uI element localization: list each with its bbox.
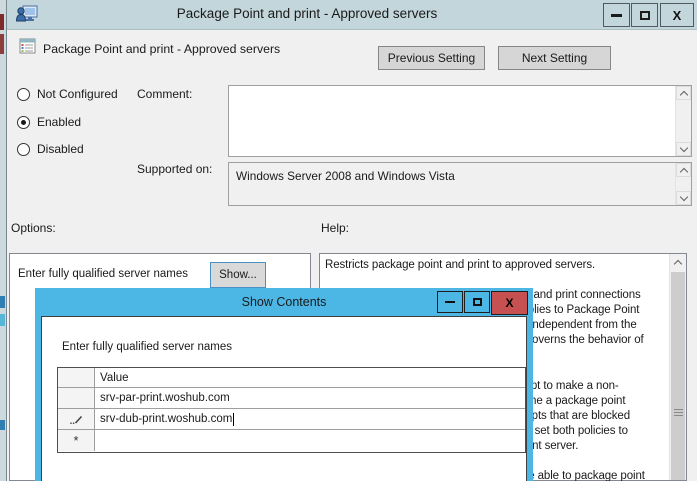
show-contents-dialog: Show Contents X Enter fully qualified se… <box>35 288 533 481</box>
scrollbar-grip-icon <box>674 412 683 413</box>
minimize-icon <box>611 14 622 17</box>
radio-enabled[interactable]: Enabled <box>17 115 81 129</box>
supported-on-scrollbar[interactable] <box>675 163 691 205</box>
background-window-fragment <box>0 296 5 308</box>
comment-label: Comment: <box>137 87 192 101</box>
scroll-up-button[interactable] <box>676 86 691 100</box>
show-contents-content: Enter fully qualified server names Value… <box>41 316 527 481</box>
radio-circle[interactable] <box>17 143 30 156</box>
new-row-asterisk-icon: * <box>73 433 78 448</box>
minimize-button[interactable] <box>437 291 463 313</box>
next-setting-button[interactable]: Next Setting <box>498 46 611 70</box>
previous-setting-button[interactable]: Previous Setting <box>378 46 485 70</box>
minimize-icon <box>445 301 455 303</box>
text-caret <box>233 413 234 426</box>
window-title: Package Point and print - Approved serve… <box>107 6 507 21</box>
scroll-down-button[interactable] <box>676 142 691 156</box>
scroll-down-button[interactable] <box>676 191 691 205</box>
value-grid: Value srv-par-print.woshub.com <box>57 367 526 453</box>
row-selector-header[interactable] <box>58 368 95 387</box>
value-cell[interactable]: srv-par-print.woshub.com <box>95 388 525 408</box>
grid-row-new: * <box>58 430 525 451</box>
close-button[interactable]: X <box>660 3 694 27</box>
policy-setting-icon <box>19 37 37 60</box>
pencil-icon <box>69 414 83 425</box>
chevron-down-icon <box>679 193 687 201</box>
close-icon: X <box>673 8 682 23</box>
maximize-button[interactable] <box>631 3 658 27</box>
show-button[interactable]: Show... <box>210 262 266 288</box>
close-icon: X <box>505 296 513 310</box>
row-selector[interactable] <box>58 388 95 408</box>
radio-circle-selected[interactable] <box>17 116 30 129</box>
value-column-header[interactable]: Value <box>95 368 525 387</box>
row-selector-new[interactable]: * <box>58 430 95 451</box>
radio-disabled[interactable]: Disabled <box>17 142 84 156</box>
maximize-button[interactable] <box>464 291 490 313</box>
group-policy-app-icon <box>16 5 38 29</box>
server-names-label: Enter fully qualified server names <box>62 341 232 353</box>
comment-scrollbar[interactable] <box>675 86 691 156</box>
value-text: srv-dub-print.woshub.com <box>100 413 232 425</box>
radio-label: Not Configured <box>37 87 118 101</box>
help-scrollbar[interactable] <box>669 254 686 480</box>
row-selector[interactable] <box>58 409 95 429</box>
supported-on-value: Windows Server 2008 and Windows Vista <box>236 169 455 183</box>
background-window-fragment <box>0 420 5 430</box>
supported-on-box[interactable]: Windows Server 2008 and Windows Vista <box>228 162 692 206</box>
options-label: Options: <box>11 221 56 235</box>
value-cell[interactable] <box>95 430 525 451</box>
help-label: Help: <box>321 221 349 235</box>
chevron-up-icon <box>679 90 687 98</box>
supported-on-label: Supported on: <box>137 162 212 176</box>
scroll-up-button[interactable] <box>676 163 691 177</box>
radio-label: Enabled <box>37 115 81 129</box>
scrollbar-thumb[interactable] <box>671 272 685 480</box>
background-window-fragment <box>0 314 5 326</box>
maximize-icon <box>640 11 650 20</box>
server-names-label: Enter fully qualified server names <box>18 268 188 280</box>
grid-header-row: Value <box>58 368 525 388</box>
screen: Package Point and print - Approved serve… <box>0 0 697 481</box>
grid-row-editing: srv-dub-print.woshub.com <box>58 409 525 430</box>
radio-circle[interactable] <box>17 88 30 101</box>
radio-not-configured[interactable]: Not Configured <box>17 87 118 101</box>
minimize-button[interactable] <box>603 3 630 27</box>
scroll-up-button[interactable] <box>670 254 686 270</box>
background-window-fragment <box>0 34 4 54</box>
chevron-down-icon <box>679 144 687 152</box>
chevron-up-icon <box>679 167 687 175</box>
close-button[interactable]: X <box>491 291 528 315</box>
background-window-fragment <box>0 14 4 30</box>
comment-textarea[interactable] <box>228 85 692 157</box>
setting-title: Package Point and print - Approved serve… <box>43 42 280 56</box>
value-cell-editing[interactable]: srv-dub-print.woshub.com <box>95 409 525 429</box>
radio-label: Disabled <box>37 142 84 156</box>
maximize-icon <box>473 298 482 306</box>
window-titlebar[interactable]: Package Point and print - Approved serve… <box>7 0 697 30</box>
grid-row: srv-par-print.woshub.com <box>58 388 525 409</box>
chevron-up-icon <box>674 259 682 267</box>
